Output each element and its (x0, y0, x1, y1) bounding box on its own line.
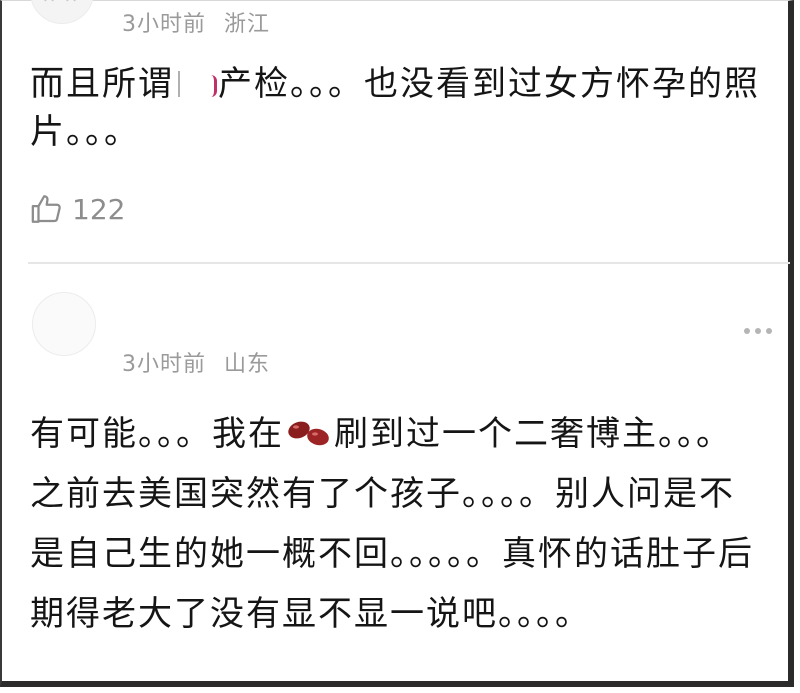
thumbs-up-icon (31, 195, 61, 223)
comment-location: 浙江 (224, 12, 271, 37)
comment-card: 3小时前 山东 有可能。。。我在 刷到过一个二奢博主。。。之前去美国突然有了个孩… (0, 264, 800, 684)
comment-location: 山东 (224, 352, 271, 377)
red-bean-emoji-icon (288, 421, 329, 446)
like-count: 122 (72, 192, 126, 226)
avatar[interactable] (30, 0, 94, 24)
more-dots-icon[interactable] (744, 328, 772, 334)
redacted-mark (174, 67, 218, 101)
comment-meta: 3小时前 山东 (122, 346, 270, 378)
comment-text: 而且所谓 产检。。。也没看到过女方怀孕的照片。。。 (30, 60, 760, 156)
comment-text-part: 有可能。。。我在 (30, 414, 284, 454)
avatar-face-icon (44, 0, 76, 2)
like-button[interactable]: 122 (30, 192, 125, 226)
comment-time: 3小时前 (122, 352, 206, 377)
comment-text: 有可能。。。我在 刷到过一个二奢博主。。。之前去美国突然有了个孩子。。。。别人问… (30, 404, 760, 644)
avatar[interactable] (32, 292, 96, 356)
comment-meta: 3小时前 浙江 (122, 6, 270, 38)
comment-time: 3小时前 (122, 12, 206, 37)
comment-card: 3小时前 浙江 而且所谓 产检。。。也没看到过女方怀孕的照片。。。 122 (0, 0, 800, 264)
comment-text-part: 而且所谓 (30, 64, 174, 104)
